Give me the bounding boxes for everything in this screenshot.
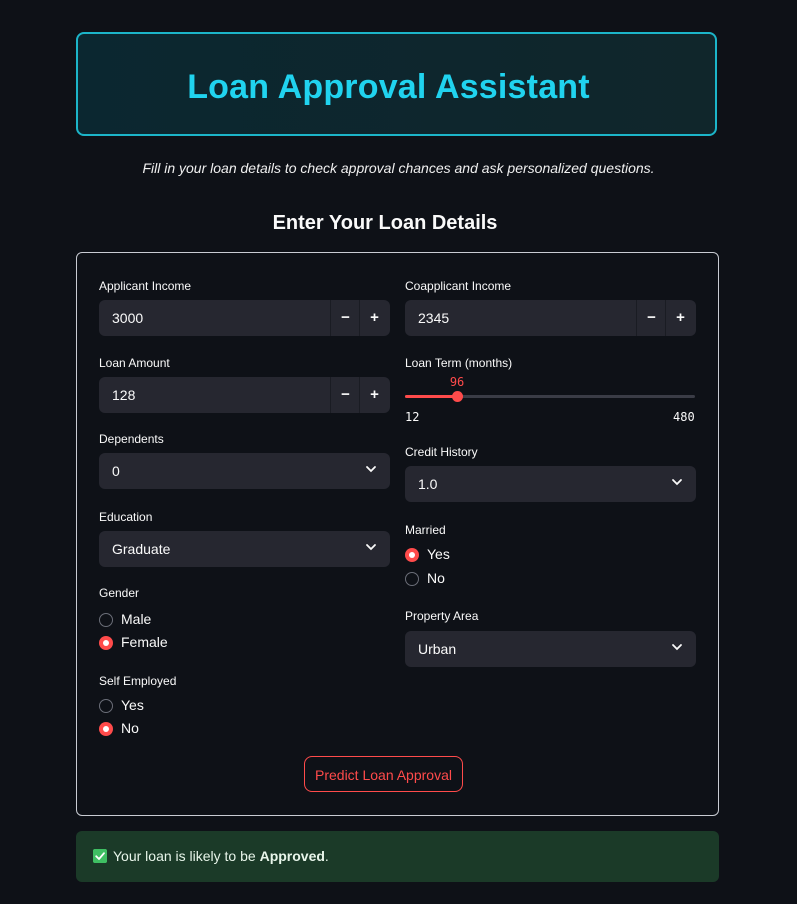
checkmark-icon bbox=[93, 849, 107, 863]
coapplicant-income-input[interactable]: 2345 − + bbox=[405, 300, 696, 336]
chevron-down-icon bbox=[672, 479, 682, 486]
radio-unselected-icon[interactable] bbox=[99, 699, 113, 713]
applicant-income-increment-button[interactable]: + bbox=[359, 300, 389, 336]
coapplicant-income-decrement-button[interactable]: − bbox=[636, 300, 666, 336]
property-area-value: Urban bbox=[418, 641, 457, 657]
loan-amount-input[interactable]: 128 − + bbox=[99, 377, 390, 413]
property-area-select[interactable]: Urban bbox=[405, 631, 696, 667]
page-subtitle: Fill in your loan details to check appro… bbox=[142, 160, 655, 176]
result-message: Your loan is likely to be Approved. bbox=[113, 848, 329, 864]
header-banner: Loan Approval Assistant bbox=[76, 32, 717, 136]
coapplicant-income-increment-button[interactable]: + bbox=[665, 300, 695, 336]
self-employed-option-yes-label: Yes bbox=[121, 697, 144, 713]
applicant-income-value: 3000 bbox=[112, 310, 144, 326]
radio-selected-icon[interactable] bbox=[99, 636, 113, 650]
loan-term-max: 480 bbox=[673, 410, 695, 424]
married-option-yes-label: Yes bbox=[427, 546, 450, 562]
chevron-down-icon bbox=[366, 544, 376, 551]
loan-term-min: 12 bbox=[405, 410, 420, 424]
chevron-down-icon bbox=[672, 644, 682, 651]
gender-option-female-label: Female bbox=[121, 634, 168, 650]
applicant-income-input[interactable]: 3000 − + bbox=[99, 300, 390, 336]
chevron-down-icon bbox=[366, 466, 376, 473]
self-employed-option-no-label: No bbox=[121, 720, 139, 736]
credit-history-value: 1.0 bbox=[418, 476, 438, 492]
self-employed-label: Self Employed bbox=[99, 674, 177, 688]
credit-history-select[interactable]: 1.0 bbox=[405, 466, 696, 502]
radio-selected-icon[interactable] bbox=[99, 722, 113, 736]
predict-loan-approval-button[interactable]: Predict Loan Approval bbox=[304, 756, 463, 792]
coapplicant-income-label: Coapplicant Income bbox=[405, 279, 512, 293]
applicant-income-label: Applicant Income bbox=[99, 279, 192, 293]
married-label: Married bbox=[405, 523, 446, 537]
section-title: Enter Your Loan Details bbox=[272, 212, 498, 234]
coapplicant-income-value: 2345 bbox=[418, 310, 450, 326]
page-title: Loan Approval Assistant bbox=[187, 68, 590, 106]
married-option-no-label: No bbox=[427, 570, 445, 586]
result-status: Approved bbox=[259, 848, 325, 864]
radio-unselected-icon[interactable] bbox=[99, 613, 113, 627]
loan-term-slider-fill bbox=[405, 395, 458, 398]
loan-amount-increment-button[interactable]: + bbox=[359, 377, 389, 413]
result-alert: Your loan is likely to be Approved. bbox=[76, 831, 719, 882]
result-prefix: Your loan is likely to be bbox=[113, 848, 260, 864]
radio-unselected-icon[interactable] bbox=[405, 572, 419, 586]
property-area-label: Property Area bbox=[405, 609, 479, 623]
applicant-income-decrement-button[interactable]: − bbox=[330, 300, 360, 336]
loan-term-slider-thumb[interactable] bbox=[452, 391, 464, 402]
credit-history-label: Credit History bbox=[405, 445, 478, 459]
loan-term-label: Loan Term (months) bbox=[405, 356, 513, 370]
loan-term-slider-value: 96 bbox=[449, 375, 465, 389]
dependents-label: Dependents bbox=[99, 432, 164, 446]
dependents-value: 0 bbox=[112, 463, 120, 479]
radio-selected-icon[interactable] bbox=[405, 548, 419, 562]
dependents-select[interactable]: 0 bbox=[99, 453, 390, 489]
education-value: Graduate bbox=[112, 541, 171, 557]
loan-amount-label: Loan Amount bbox=[99, 356, 170, 370]
gender-label: Gender bbox=[99, 586, 140, 600]
loan-amount-decrement-button[interactable]: − bbox=[330, 377, 360, 413]
gender-option-male-label: Male bbox=[121, 611, 152, 627]
education-select[interactable]: Graduate bbox=[99, 531, 390, 567]
education-label: Education bbox=[99, 510, 153, 524]
result-suffix: . bbox=[324, 848, 329, 864]
loan-term-slider[interactable]: 96 bbox=[405, 375, 695, 402]
loan-amount-value: 128 bbox=[112, 387, 136, 403]
